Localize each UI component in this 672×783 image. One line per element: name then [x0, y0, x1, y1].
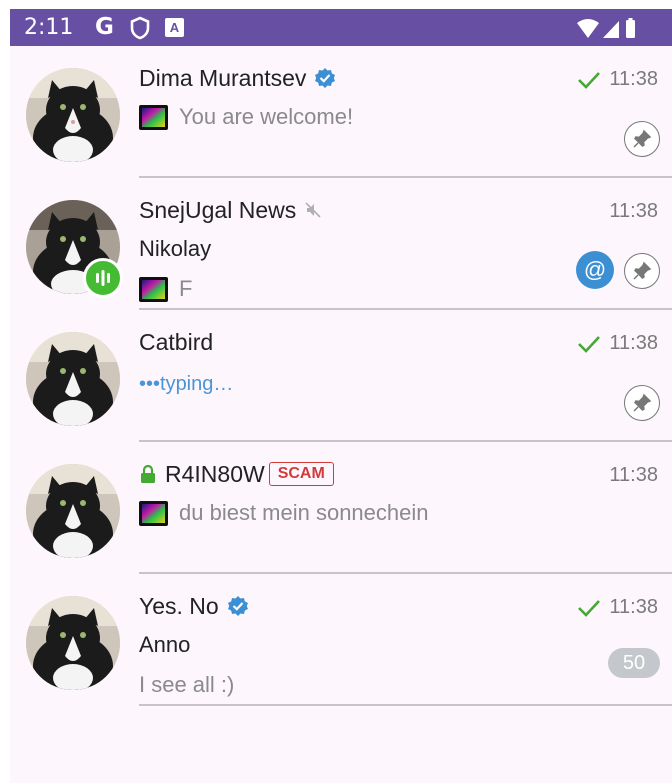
status-bar: 2:11 G A	[10, 9, 672, 46]
chat-row-r4in80w[interactable]: R4IN80W SCAM 11:38 du biest mein sonnech…	[10, 442, 672, 574]
row-divider	[139, 704, 672, 706]
message-status: 11:38	[609, 200, 658, 223]
chat-title: Catbird	[139, 328, 213, 356]
chat-time: 11:38	[609, 596, 658, 618]
voice-chat-icon	[96, 270, 110, 286]
verified-icon	[315, 68, 336, 88]
unread-count-badge: 50	[608, 648, 660, 678]
signal-icon	[603, 21, 619, 38]
pin-icon[interactable]	[624, 253, 660, 289]
window-edge	[0, 46, 10, 783]
chat-title: R4IN80W SCAM	[139, 460, 334, 488]
pin-icon[interactable]	[624, 385, 660, 421]
preview-text: F	[179, 276, 193, 301]
typing-indicator: •••typing…	[139, 373, 234, 395]
chat-name: Dima Murantsev	[139, 64, 307, 91]
status-time: 2:11	[24, 15, 74, 40]
pin-icon[interactable]	[624, 121, 660, 157]
media-thumbnail-icon	[139, 104, 168, 130]
voice-chat-badge	[83, 258, 123, 298]
chat-row-yes-no[interactable]: Yes. No 11:38 Anno I see all :) 50	[10, 574, 672, 706]
muted-icon	[305, 202, 321, 218]
message-preview: F	[139, 276, 192, 302]
chat-time: 11:38	[609, 200, 658, 222]
media-thumbnail-icon	[139, 276, 168, 302]
message-preview: du biest mein sonnechein	[139, 500, 429, 526]
chat-time: 11:38	[609, 464, 658, 486]
message-preview: I see all :)	[139, 672, 234, 698]
read-check-icon	[578, 71, 601, 89]
message-preview: You are welcome!	[139, 104, 353, 130]
chat-name: Catbird	[139, 328, 214, 355]
chat-row-dima-murantsev[interactable]: Dima Murantsev 11:38 You are welcome!	[10, 46, 672, 178]
message-status: 11:38	[609, 464, 658, 487]
chat-title: Yes. No	[139, 592, 249, 620]
avatar[interactable]	[26, 68, 120, 162]
chat-title: Dima Murantsev	[139, 64, 336, 92]
message-status: 11:38	[577, 596, 658, 619]
preview-text: You are welcome!	[179, 104, 354, 129]
avatar[interactable]	[26, 332, 120, 426]
avatar[interactable]	[26, 596, 120, 690]
scam-badge: SCAM	[268, 462, 334, 486]
accessibility-a-icon: A	[165, 18, 184, 37]
chat-title: SnejUgal News	[139, 196, 322, 224]
chat-row-catbird[interactable]: Catbird 11:38 •••typing…	[10, 310, 672, 442]
chat-name: R4IN80W	[165, 460, 265, 487]
preview-text: du biest mein sonnechein	[179, 500, 429, 525]
read-check-icon	[578, 599, 601, 617]
connectivity-icons	[577, 18, 635, 38]
lock-icon	[141, 464, 155, 483]
verified-icon	[227, 596, 248, 616]
media-thumbnail-icon	[139, 500, 168, 526]
shield-icon	[130, 16, 150, 40]
avatar[interactable]	[26, 464, 120, 558]
mention-badge[interactable]: @	[576, 251, 614, 289]
battery-icon	[626, 20, 635, 38]
chat-list[interactable]: Dima Murantsev 11:38 You are welcome! Sn…	[10, 46, 672, 783]
chat-time: 11:38	[609, 332, 658, 354]
google-icon: G	[95, 14, 114, 40]
message-status: 11:38	[577, 332, 658, 355]
sender-name: Anno	[139, 632, 191, 657]
message-status: 11:38	[577, 68, 658, 91]
chat-row-snejugal-news[interactable]: SnejUgal News 11:38 Nikolay F @	[10, 178, 672, 310]
chat-name: Yes. No	[139, 592, 219, 619]
wifi-icon	[577, 19, 599, 38]
read-check-icon	[578, 335, 601, 353]
preview-text: I see all :)	[139, 672, 235, 697]
sender-name: Nikolay	[139, 236, 212, 261]
chat-name: SnejUgal News	[139, 196, 297, 223]
mention-icon: @	[583, 257, 607, 282]
chat-time: 11:38	[609, 68, 658, 90]
